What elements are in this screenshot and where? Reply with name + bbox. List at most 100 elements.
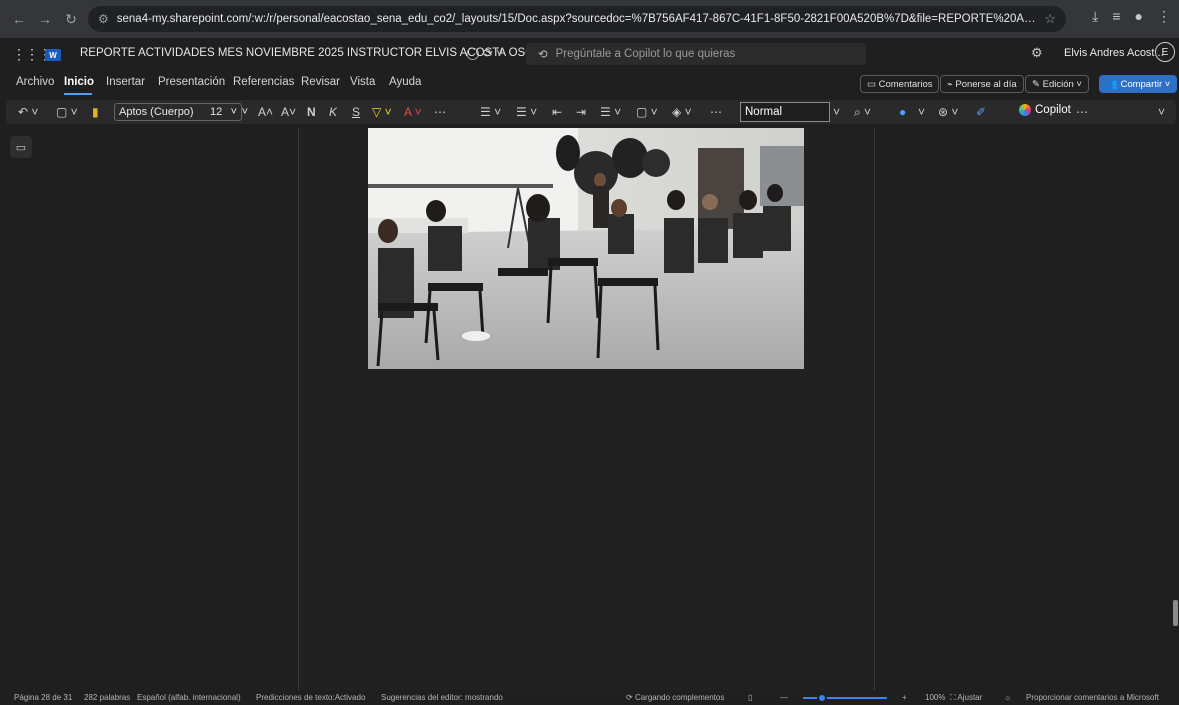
active-tab-indicator (64, 93, 92, 95)
tab-archivo[interactable]: Archivo (16, 76, 54, 88)
share-button[interactable]: 👥 Compartir ˅ (1099, 75, 1178, 93)
loading-icon: ⟳ (626, 693, 635, 702)
address-bar[interactable]: ⚙ sena4-my.sharepoint.com/:w:/r/personal… (88, 6, 1066, 32)
word-logo-icon[interactable]: W (45, 49, 61, 61)
numbering-icon[interactable]: ☰ ˅ (516, 105, 537, 119)
pencil-icon: ✎ (1032, 78, 1043, 90)
format-painter-icon[interactable]: ▮ (92, 105, 99, 119)
browser-menu-icon[interactable]: ⋮ (1157, 8, 1171, 25)
fit-button[interactable]: ⛶ Ajustar (950, 693, 982, 703)
forward-icon[interactable]: → (34, 8, 56, 30)
undo-icon[interactable]: ↶ ˅ (18, 105, 38, 119)
editor-icon[interactable]: ✐ (976, 105, 986, 119)
navigation-pane-icon[interactable]: ▭ (10, 136, 32, 158)
url-text: sena4-my.sharepoint.com/:w:/r/personal/e… (116, 13, 1037, 25)
editing-mode-button[interactable]: ✎ Edición ˅ (1025, 75, 1089, 93)
highlight-icon[interactable]: ▽ ˅ (372, 105, 392, 119)
copilot-search-icon: ⟲ (538, 49, 548, 61)
reload-icon[interactable]: ↻ (60, 8, 82, 30)
dictate-icon[interactable]: ● (899, 105, 906, 119)
reading-list-icon[interactable]: ≡ (1112, 8, 1120, 25)
comments-button[interactable]: ▭ Comentarios (860, 75, 940, 93)
catchup-button[interactable]: ⌁ Ponerse al día (940, 75, 1024, 93)
word-count[interactable]: 282 palabras (84, 693, 130, 702)
zoom-level[interactable]: 100% (925, 693, 945, 702)
more-options-icon[interactable]: ⋯ (1076, 105, 1088, 119)
comment-icon: ▭ (867, 78, 879, 90)
shading-icon[interactable]: ◈ ˅ (672, 105, 692, 119)
shrink-font-icon[interactable]: A˅ (281, 105, 296, 119)
classroom-photo (368, 128, 804, 369)
comments-label: Comentarios (878, 78, 933, 90)
bullets-icon[interactable]: ☰ ˅ (480, 105, 501, 119)
sensitivity-label-icon[interactable]: ⊛ ˅ (938, 105, 958, 119)
grow-font-icon[interactable]: A˄ (258, 105, 273, 119)
page-count[interactable]: Página 28 de 31 (14, 693, 72, 702)
chevron-down-icon[interactable]: ˅ (918, 105, 925, 119)
align-icon[interactable]: ☰ ˅ (600, 105, 621, 119)
tab-presentacion[interactable]: Presentación (158, 76, 225, 88)
font-size-value: 12 (210, 106, 223, 118)
chevron-down-icon: ˅ (1162, 78, 1171, 90)
tab-ayuda[interactable]: Ayuda (389, 76, 421, 88)
tab-referencias[interactable]: Referencias (233, 76, 294, 88)
tab-vista[interactable]: Vista (350, 76, 375, 88)
fit-label: Ajustar (957, 693, 983, 702)
zoom-in-icon[interactable]: + (902, 693, 907, 702)
bookmark-star-icon[interactable]: ☆ (1044, 11, 1056, 27)
share-label: Compartir (1120, 78, 1163, 90)
chevron-down-icon: ˅ (1073, 78, 1082, 90)
browser-toolbar: ← → ↻ ⚙ sena4-my.sharepoint.com/:w:/r/pe… (0, 0, 1179, 38)
feedback-link[interactable]: Proporcionar comentarios a Microsoft (1026, 693, 1159, 702)
more-options-icon[interactable]: ⋯ (434, 105, 446, 119)
chevron-down-icon[interactable]: ˅ (833, 105, 840, 119)
expand-ribbon-icon[interactable]: ˅ (1158, 105, 1165, 119)
editing-label: Edición (1042, 78, 1074, 90)
loading-addins-status: ⟳ Cargando complementos (626, 693, 724, 702)
copilot-icon (1019, 104, 1031, 116)
zoom-slider[interactable] (803, 697, 887, 699)
increase-indent-icon[interactable]: ⇥ (576, 105, 586, 119)
style-select[interactable]: Normal (740, 102, 830, 122)
tab-revisar[interactable]: Revisar (301, 76, 340, 88)
editor-suggestions-status[interactable]: Sugerencias del editor: mostrando (381, 693, 503, 702)
profile-icon[interactable]: ● (1135, 8, 1143, 25)
italic-icon[interactable]: K (329, 105, 337, 119)
bold-icon[interactable]: N (307, 105, 316, 119)
font-size-select[interactable]: 12 ˅ (206, 103, 250, 121)
style-value: Normal (745, 106, 783, 118)
find-icon[interactable]: ⌕ ˅ (854, 105, 871, 120)
focus-icon[interactable]: ☼ (1004, 693, 1011, 702)
clipboard-icon[interactable]: ▢ ˅ (56, 105, 78, 119)
copilot-search-input[interactable]: ⟲ Pregúntale a Copilot lo que quieras (526, 43, 866, 65)
browser-actions: ⤓ ≡ ● ⋮ (1092, 8, 1171, 25)
sensitivity-icon[interactable]: ◯ ⟳ ˅ (466, 46, 503, 60)
site-settings-icon[interactable]: ⚙ (98, 12, 109, 26)
status-bar: Página 28 de 31 282 palabras Español (al… (0, 690, 1179, 705)
settings-gear-icon[interactable]: ⚙ (1031, 45, 1043, 61)
zoom-slider-handle[interactable] (817, 693, 827, 703)
underline-icon[interactable]: S (352, 105, 360, 119)
tab-insertar[interactable]: Insertar (106, 76, 145, 88)
page-view-icon[interactable]: ▯ (748, 693, 752, 702)
tab-inicio[interactable]: Inicio (64, 76, 94, 88)
font-name-value: Aptos (Cuerpo) (119, 106, 194, 118)
font-color-icon[interactable]: A ˅ (404, 105, 422, 119)
share-icon: 👥 (1106, 78, 1121, 90)
more-options-icon[interactable]: ⋯ (710, 105, 722, 119)
decrease-indent-icon[interactable]: ⇤ (552, 105, 562, 119)
search-placeholder: Pregúntale a Copilot lo que quieras (555, 48, 736, 60)
zoom-out-icon[interactable]: — (780, 693, 788, 702)
language-status[interactable]: Español (alfab. internacional) (137, 693, 241, 702)
catchup-label: Ponerse al día (955, 78, 1017, 90)
user-name[interactable]: Elvis Andres Acost... (1064, 47, 1164, 59)
formatting-toolbar: ↶ ˅ ▢ ˅ ▮ Aptos (Cuerpo) ˅ 12 ˅ A˄ A˅ N … (6, 100, 1176, 124)
copilot-button[interactable]: Copilot (1019, 104, 1071, 116)
vertical-scrollbar[interactable] (1173, 600, 1178, 626)
document-photo[interactable] (368, 128, 804, 369)
text-predictions-status[interactable]: Predicciones de texto:Activado (256, 693, 365, 702)
avatar[interactable]: E (1155, 42, 1175, 62)
back-icon[interactable]: ← (8, 8, 30, 30)
borders-icon[interactable]: ▢ ˅ (636, 105, 658, 119)
download-icon[interactable]: ⤓ (1092, 8, 1098, 25)
